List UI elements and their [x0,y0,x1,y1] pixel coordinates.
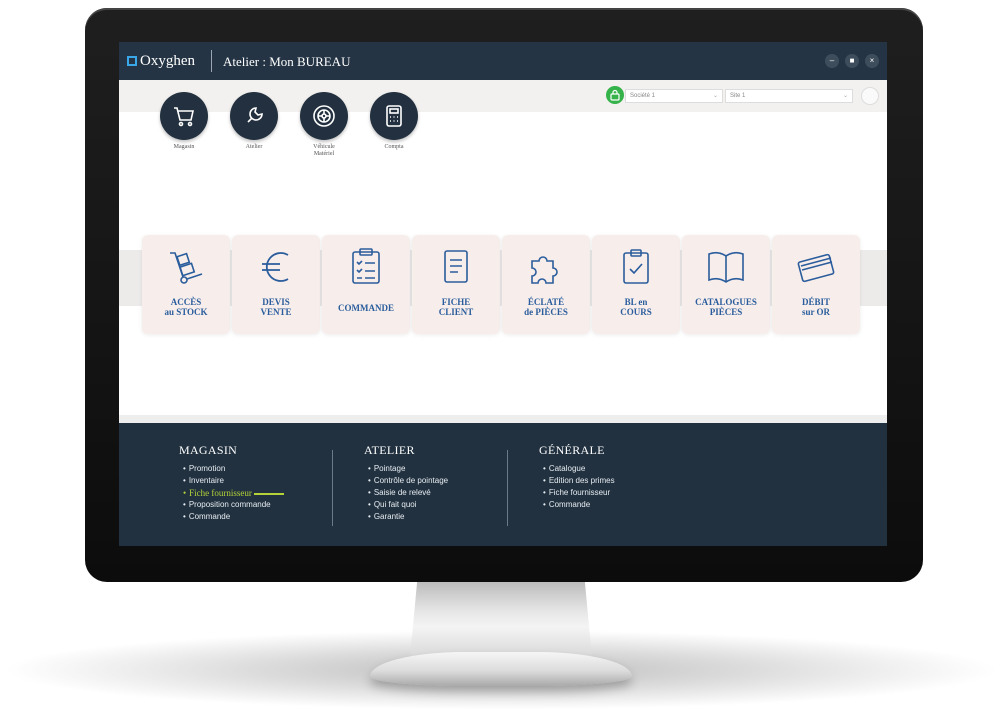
footer-link[interactable]: • Proposition commande [183,499,284,511]
module-label: Véhicule Matériel [313,144,335,157]
tile-fiche-client[interactable]: FICHE CLIENT [412,235,500,334]
hand-truck-icon [170,252,203,284]
footer-link[interactable]: • Contrôle de pointage [368,475,448,487]
wrench-icon [247,107,263,123]
module-atelier[interactable]: Atelier [224,92,284,151]
window-title: Atelier : Mon BUREAU [223,54,351,69]
company-select[interactable]: Société 1 ⌄ [625,89,723,103]
module-magasin[interactable]: Magasin [154,92,214,151]
tile-eclate-pieces[interactable]: ÉCLATÉ de PIÈCES [502,235,590,334]
footer-link[interactable]: • Commande [543,499,615,511]
credit-card-icon [797,253,835,283]
settings-gear-button[interactable] [861,87,879,105]
tile-label: FICHE CLIENT [438,297,474,317]
footer-gap [119,415,887,423]
euro-icon [262,252,289,282]
tile-devis-vente[interactable]: DEVIS VENTE [232,235,320,334]
active-underline [253,492,284,495]
module-label: Atelier [245,144,263,150]
footer-column-generale: GÉNÉRALE • Catalogue • Edition des primes … [539,443,615,511]
title-bar: Oxyghen Atelier : Mon BUREAU – ■ × [119,42,887,80]
footer-link[interactable]: • Promotion [183,463,284,475]
footer-link[interactable]: • Inventaire [183,475,284,487]
footer-divider [332,450,333,526]
footer-link[interactable]: • Catalogue [543,463,615,475]
open-book-icon [708,251,744,283]
footer-link[interactable]: • Qui fait quoi [368,499,448,511]
footer-link[interactable]: • Pointage [368,463,448,475]
footer-menu: MAGASIN • Promotion • Inventaire • Fiche fo… [119,423,887,546]
monitor-stand-base [370,652,632,686]
calculator-icon [386,105,402,127]
logo-square-icon [127,56,137,66]
company-lock-icon [606,86,624,104]
wheel-icon [313,105,335,127]
checklist-icon [352,248,380,284]
footer-column-title: GÉNÉRALE [539,443,605,457]
minimize-button[interactable]: – [825,54,839,68]
document-icon [444,250,468,283]
close-button[interactable]: × [865,54,879,68]
tile-acces-stock[interactable]: ACCÈS au STOCK [142,235,230,334]
chevron-down-icon: ⌄ [842,93,848,99]
tile-label: CATALOGUES PIÈCES [695,297,757,317]
footer-column-title: ATELIER [364,443,415,457]
tile-commande[interactable]: COMMANDE [322,235,410,334]
module-label: Magasin [173,144,195,150]
tile-label: DÉBIT sur OR [801,297,831,317]
tile-label: ÉCLATÉ de PIÈCES [524,297,568,317]
tile-label: ACCÈS au STOCK [164,297,208,317]
clipboard-check-icon [623,249,649,284]
tile-bl-en-cours[interactable]: BL en COURS [592,235,680,334]
module-label: Compta [384,144,404,150]
module-circle [300,92,348,140]
footer-link[interactable]: • Garantie [368,511,448,523]
footer-column-atelier: ATELIER • Pointage • Contrôle de pointage … [364,443,448,523]
app-logo: Oxyghen [127,52,195,70]
maximize-button[interactable]: ■ [845,54,859,68]
footer-column-title: MAGASIN [179,443,238,457]
module-compta[interactable]: Compta [364,92,424,151]
site-select[interactable]: Site 1 ⌄ [725,89,853,103]
brand-name: Oxyghen [140,52,195,69]
tile-catalogues-pieces[interactable]: CATALOGUES PIÈCES [682,235,770,334]
tile-label: COMMANDE [338,303,394,313]
footer-column-magasin: MAGASIN • Promotion • Inventaire • Fiche fo… [179,443,284,523]
footer-link[interactable]: • Commande [183,511,284,523]
footer-link-active[interactable]: • Fiche fournisseur [183,487,284,499]
tile-debit-sur-or[interactable]: DÉBIT sur OR [772,235,860,334]
footer-link[interactable]: • Edition des primes [543,475,615,487]
title-separator [211,50,212,72]
company-select-value: Société 1 [630,93,656,99]
module-circle [230,92,278,140]
module-circle [160,92,208,140]
site-select-value: Site 1 [730,93,746,99]
app-screen: Oxyghen Atelier : Mon BUREAU – ■ × Socié… [119,42,887,546]
shopping-cart-icon [174,107,194,127]
puzzle-icon [531,256,558,284]
module-vehicule[interactable]: Véhicule Matériel [294,92,354,158]
footer-divider [507,450,508,526]
module-circle [370,92,418,140]
footer-link[interactable]: • Saisie de relevé [368,487,448,499]
tile-label: DEVIS VENTE [260,297,292,317]
chevron-down-icon: ⌄ [712,93,718,99]
tile-label: BL en COURS [620,297,652,317]
footer-link[interactable]: • Fiche fournisseur [543,487,615,499]
monitor-stand-neck [410,580,592,658]
